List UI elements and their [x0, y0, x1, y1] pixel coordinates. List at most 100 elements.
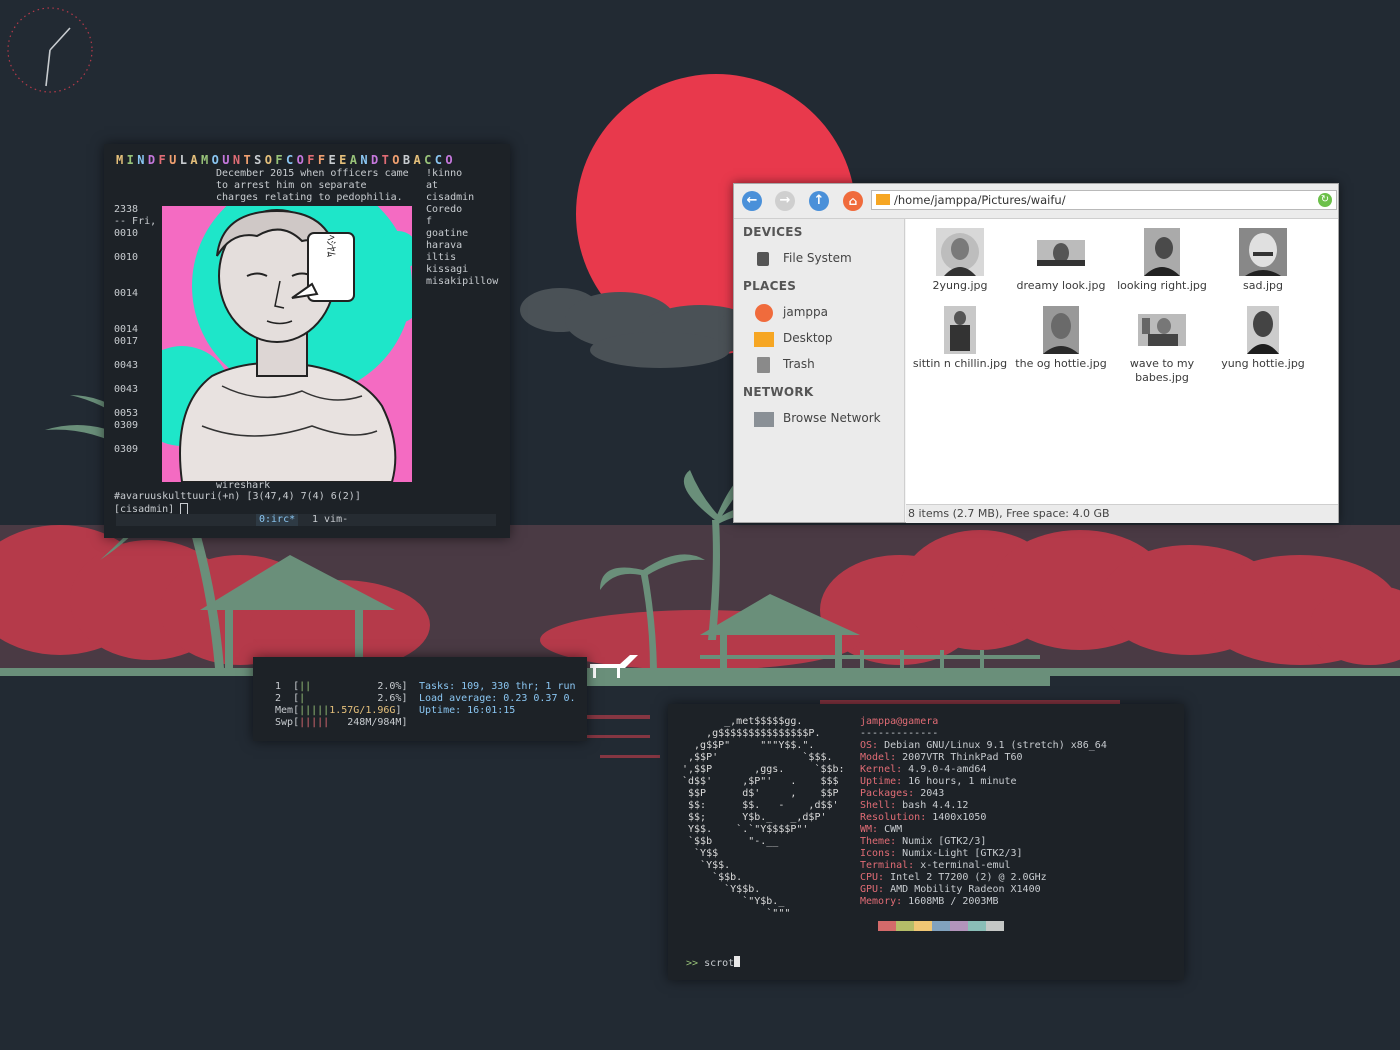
sidebar-item-home[interactable]: jamppa [754, 302, 828, 322]
sidebar-item-desktop[interactable]: Desktop [754, 328, 833, 348]
hard-drive-icon [754, 250, 774, 268]
info-row: Kernel: 4.9.0-4-amd64 [860, 764, 986, 776]
title-letter: B [402, 153, 414, 167]
info-value: x-terminal-emul [920, 860, 1011, 871]
logo-line: ,g$$$$$$$$$$$$$$$P. [682, 728, 821, 739]
file-item[interactable]: sittin n chillin.jpg [910, 306, 1010, 371]
nick-list-item[interactable]: at [426, 180, 438, 192]
location-bar[interactable]: /home/jamppa/Pictures/waifu/ ↻ [871, 190, 1337, 210]
nick-list-item[interactable]: !kinno [426, 168, 462, 180]
logo-line: $$: $$. - ,d$$' [682, 800, 839, 811]
logo-line: `$$b. [682, 872, 743, 883]
file-item[interactable]: looking right.jpg [1112, 228, 1212, 293]
title-letter: O [211, 153, 223, 167]
shell-prompt-line[interactable]: >> scrot [686, 956, 741, 970]
trash-icon [754, 356, 774, 374]
file-name: wave to my babes.jpg [1129, 357, 1195, 384]
irc-terminal[interactable]: MINDFULAMOUNTSOFCOFFEEANDTOBACCO Decembe… [104, 144, 510, 538]
file-item[interactable]: sad.jpg [1213, 228, 1313, 293]
color-palette [878, 921, 1004, 935]
speech-bubble-text: ﾍｼﾔﾑ [325, 235, 338, 257]
title-letter: O [445, 153, 456, 167]
file-name: the og hottie.jpg [1015, 357, 1107, 370]
info-key: Kernel: [860, 764, 909, 775]
sidebar-item-browse-network[interactable]: Browse Network [754, 408, 881, 428]
nick-list-item[interactable]: goatine [426, 228, 468, 240]
tmux-window-irc[interactable]: 0:irc* [256, 514, 299, 526]
info-row: OS: Debian GNU/Linux 9.1 (stretch) x86_6… [860, 740, 1107, 752]
info-row: CPU: Intel 2 T7200 (2) @ 2.0GHz [860, 872, 1047, 884]
file-item[interactable]: yung hottie.jpg [1213, 306, 1313, 371]
image-thumbnail [936, 228, 984, 276]
nick-list-item[interactable]: cisadmin [426, 192, 474, 204]
arrow-up-icon[interactable]: ↑ [809, 191, 829, 211]
sidebar-item-trash[interactable]: Trash [754, 354, 815, 374]
nick-list-item[interactable]: misakipillow [426, 276, 498, 288]
desktop-folder-icon [754, 330, 774, 348]
info-key: Icons: [860, 848, 903, 859]
nick-list-item[interactable]: harava [426, 240, 462, 252]
file-item[interactable]: dreamy look.jpg [1011, 228, 1111, 293]
file-name: looking right.jpg [1117, 279, 1207, 292]
logo-line: ,g$$P" """Y$$.". [682, 740, 815, 751]
file-item[interactable]: the og hottie.jpg [1011, 306, 1111, 371]
title-letter: F [307, 153, 318, 167]
info-key: Resolution: [860, 812, 933, 823]
info-value: AMD Mobility Radeon X1400 [890, 884, 1041, 895]
title-letter: L [179, 153, 191, 167]
nick-list-item[interactable]: iltis [426, 252, 456, 264]
info-value: 1608MB / 2003MB [908, 896, 999, 907]
user-host: jamppa@gamera [860, 716, 939, 727]
palette-swatch [914, 921, 932, 931]
nick-list-item[interactable]: kissagi [426, 264, 468, 276]
info-row: Resolution: 1400x1050 [860, 812, 986, 824]
file-manager-window[interactable]: ← → ↑ ⌂ /home/jamppa/Pictures/waifu/ ↻ D… [733, 183, 1339, 523]
image-thumbnail [936, 306, 984, 354]
info-key: CPU: [860, 872, 891, 883]
info-row: Theme: Numix [GTK2/3] [860, 836, 986, 848]
file-manager-statusbar: 8 items (2.7 MB), Free space: 4.0 GB [906, 504, 1338, 523]
home-icon[interactable]: ⌂ [843, 191, 863, 211]
title-letter: C [286, 153, 297, 167]
info-value: 2043 [920, 788, 945, 799]
logo-line: $$; Y$b._ _,d$P' [682, 812, 827, 823]
info-key: Model: [860, 752, 903, 763]
irc-message-line: to arrest him on separate [216, 180, 367, 191]
title-letter: N [232, 153, 244, 167]
file-name: sittin n chillin.jpg [912, 357, 1008, 370]
logo-line: `$$b "-.__ [682, 836, 779, 847]
irc-timestamp: -- Fri, [114, 216, 157, 227]
info-value: CWM [884, 824, 903, 835]
nick-list-item[interactable]: Coredo [426, 204, 462, 216]
logo-line: `Y$$b. [682, 884, 761, 895]
cpu2-label: 2 [275, 693, 282, 704]
irc-timestamp: 0043 [114, 360, 139, 371]
sidebar-item-label: File System [783, 251, 852, 265]
sidebar-item-label: Trash [783, 357, 815, 371]
sidebar-item-label: Desktop [783, 331, 833, 345]
palette-swatch [932, 921, 950, 931]
tmux-window-vim[interactable]: 1 vim- [312, 514, 348, 526]
section-network: NETWORK [743, 385, 814, 399]
sidebar-item-file-system[interactable]: File System [754, 248, 852, 268]
refresh-icon[interactable]: ↻ [1318, 193, 1332, 207]
neofetch-terminal[interactable]: _,met$$$$$gg. ,g$$$$$$$$$$$$$$$P. ,g$$P"… [668, 704, 1184, 980]
arrow-right-icon[interactable]: → [775, 191, 795, 211]
title-letter: D [371, 153, 382, 167]
info-row: Icons: Numix-Light [GTK2/3] [860, 848, 1023, 860]
info-row: Terminal: x-terminal-emul [860, 860, 1011, 872]
info-row: WM: CWM [860, 824, 902, 836]
title-letter: A [349, 153, 361, 167]
htop-terminal[interactable]: 1 [|| 2.0%] 2 [| 2.6%] Mem[|||||1.57G/1.… [253, 657, 587, 741]
tasks-line: Tasks: 109, 330 thr; 1 run [419, 681, 576, 692]
info-value: Numix-Light [GTK2/3] [902, 848, 1023, 859]
nick-list-item[interactable]: f [426, 216, 432, 228]
file-item[interactable]: 2yung.jpg [910, 228, 1010, 293]
title-letter: F [275, 153, 286, 167]
arrow-left-icon[interactable]: ← [742, 191, 762, 211]
file-item[interactable]: wave to my babes.jpg [1112, 306, 1212, 385]
swp-value: 248M/984M [347, 717, 402, 728]
info-value: Numix [GTK2/3] [902, 836, 987, 847]
irc-timestamp: 0309 [114, 444, 139, 455]
info-key: Theme: [860, 836, 903, 847]
